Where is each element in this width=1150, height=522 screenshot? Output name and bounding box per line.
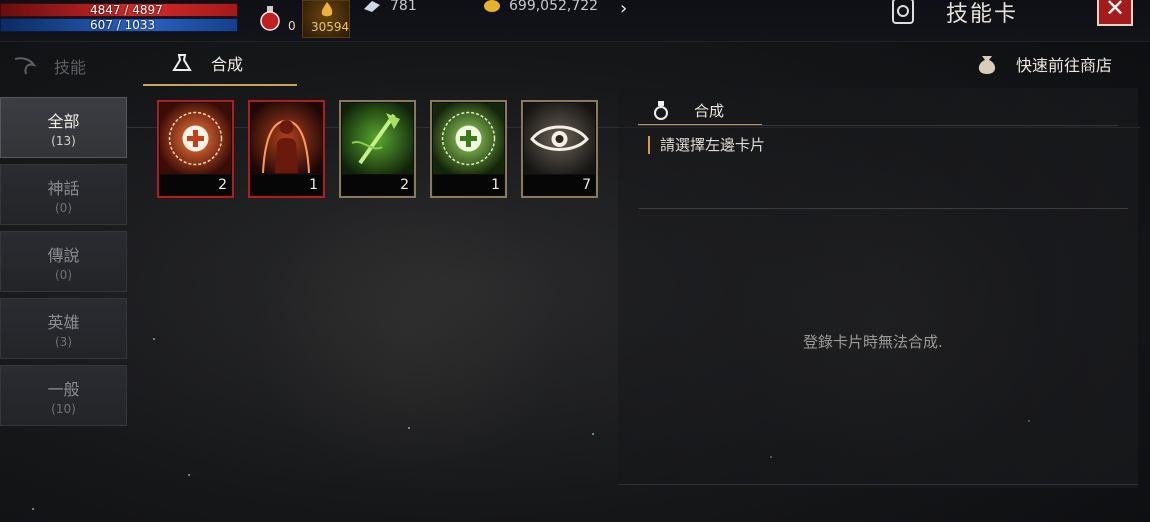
sidebar-item-label: 神話	[47, 179, 80, 198]
card-count: 1	[433, 175, 504, 195]
sidebar-item-count: (0)	[55, 268, 72, 282]
card-count: 7	[524, 175, 595, 195]
body-aura-icon	[251, 103, 322, 174]
spark-particle	[32, 508, 34, 510]
potion-flask-icon	[654, 101, 668, 120]
crystal-amount: 781	[390, 0, 417, 14]
sidebar-item-count: (3)	[55, 335, 72, 349]
player-status: 4847 / 4897 607 / 1033	[0, 0, 240, 34]
spark-particle	[592, 433, 594, 435]
chevron-right-icon[interactable]: ›	[620, 0, 627, 19]
green-rune-icon	[433, 103, 504, 174]
tab-row: 技能 合成 快速前往商店	[0, 42, 1150, 128]
skill-card[interactable]: 7	[521, 100, 598, 198]
select-card-hint: 請選擇左邊卡片	[648, 136, 765, 154]
top-status-bar: 4847 / 4897 607 / 1033 0 30594 781 699,0…	[0, 0, 1150, 42]
compose-message: 登錄卡片時無法合成.	[803, 333, 943, 351]
skill-icon	[14, 57, 37, 75]
card-count: 1	[251, 175, 322, 195]
gold-currency: 699,052,722	[483, 0, 598, 14]
gold-icon	[484, 0, 500, 12]
divider	[638, 125, 1118, 126]
potion-count: 0	[288, 19, 296, 33]
spark-particle	[188, 474, 190, 476]
page-title: 技能卡	[946, 2, 1019, 27]
eye-icon	[524, 103, 595, 174]
skill-card[interactable]: 2	[339, 100, 416, 198]
hp-value: 4847 / 4897	[90, 3, 163, 17]
skill-card[interactable]: 1	[248, 100, 325, 198]
crystal-icon	[364, 1, 380, 12]
elixir-count: 30594	[311, 20, 350, 34]
background-emblem	[250, 180, 570, 480]
potion-icon	[260, 6, 280, 31]
close-button[interactable]: ✕	[1097, 0, 1133, 26]
close-icon: ✕	[1104, 0, 1126, 22]
compose-panel: 合成 請選擇左邊卡片 登錄卡片時無法合成.	[618, 88, 1138, 488]
sidebar-item-hero[interactable]: 英雄 (3)	[0, 298, 127, 359]
sidebar-item-count: (13)	[51, 134, 76, 148]
sidebar-item-normal[interactable]: 一般 (10)	[0, 365, 127, 426]
sidebar-item-label: 全部	[47, 112, 80, 131]
sidebar-item-label: 傳說	[47, 246, 80, 265]
sidebar-item-count: (0)	[55, 201, 72, 215]
tab-skill-label: 技能	[54, 58, 87, 77]
spark-particle	[153, 338, 155, 340]
flame-icon	[321, 2, 333, 17]
flask-icon	[172, 54, 192, 71]
sidebar-item-label: 英雄	[47, 313, 80, 332]
gold-amount: 699,052,722	[509, 0, 599, 14]
divider	[618, 484, 1138, 485]
green-weapon-icon	[342, 103, 413, 174]
divider	[638, 208, 1128, 209]
tab-compose[interactable]: 合成	[143, 42, 297, 86]
sidebar-item-legend[interactable]: 傳說 (0)	[0, 231, 127, 292]
elixir-slot[interactable]: 30594	[302, 0, 350, 38]
panel-tab-label: 合成	[694, 101, 725, 120]
sidebar-item-mythic[interactable]: 神話 (0)	[0, 164, 127, 225]
skill-card[interactable]: 2	[157, 100, 234, 198]
mp-value: 607 / 1033	[90, 18, 156, 32]
panel-tab-compose[interactable]: 合成	[638, 96, 762, 126]
sidebar-item-count: (10)	[51, 402, 76, 416]
tab-skill[interactable]: 技能	[12, 54, 86, 78]
shop-shortcut-button[interactable]: 快速前往商店	[972, 50, 1112, 78]
shop-shortcut-label: 快速前往商店	[1016, 56, 1113, 75]
category-sidebar: 全部 (13) 神話 (0) 傳說 (0) 英雄 (3) 一般 (10)	[0, 97, 127, 432]
sidebar-item-all[interactable]: 全部 (13)	[0, 97, 127, 158]
sidebar-item-label: 一般	[47, 380, 80, 399]
crystal-currency: 781	[362, 0, 417, 14]
potion-slot[interactable]: 0	[250, 0, 296, 38]
spark-particle	[408, 427, 410, 429]
heal-rune-icon	[160, 103, 231, 174]
card-grid: 2 1 2 1 7	[157, 100, 598, 198]
card-count: 2	[160, 175, 231, 195]
skill-card-icon	[892, 0, 914, 24]
card-count: 2	[342, 175, 413, 195]
skill-card[interactable]: 1	[430, 100, 507, 198]
tab-compose-label: 合成	[211, 55, 244, 74]
money-bag-icon	[978, 56, 996, 74]
